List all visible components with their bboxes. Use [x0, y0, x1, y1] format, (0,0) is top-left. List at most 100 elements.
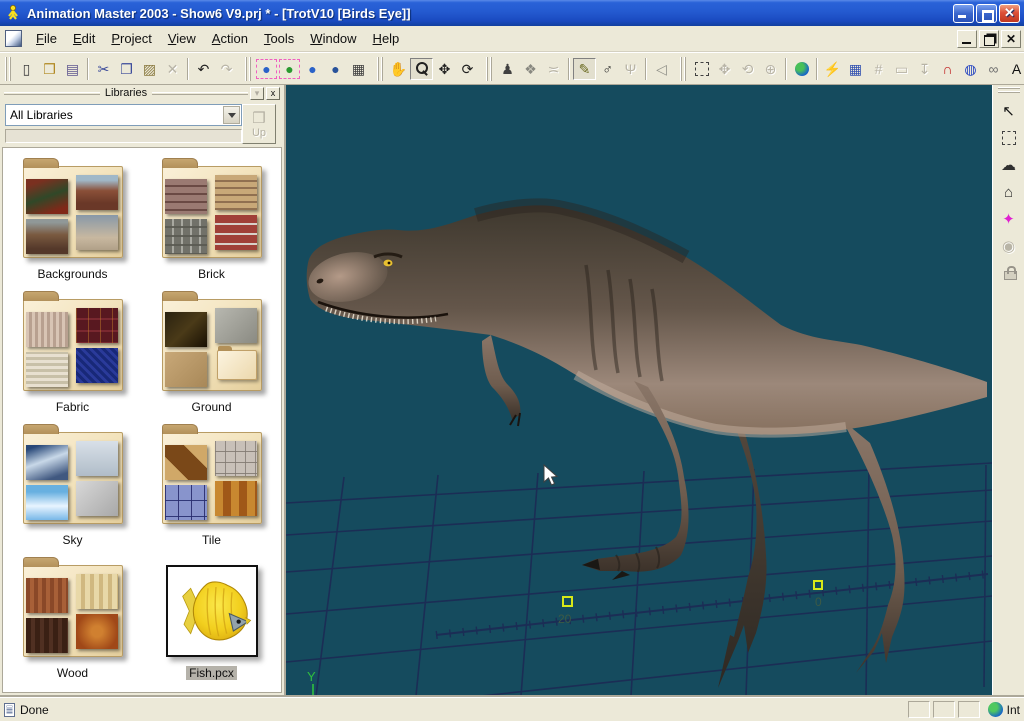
pan-hand-icon[interactable]: ✋ [387, 58, 410, 80]
texture-thumbnail [26, 219, 68, 254]
menu-window[interactable]: Window [302, 27, 364, 50]
undo-icon[interactable]: ↶ [192, 58, 215, 80]
library-item-brick[interactable]: Brick [142, 154, 281, 287]
t-rex-arm[interactable] [482, 335, 520, 419]
render-preview-icon[interactable]: ● [255, 58, 278, 80]
open-project-icon[interactable]: ❒ [38, 58, 61, 80]
new-document-icon[interactable]: ▯ [15, 58, 38, 80]
toolbar-gripper[interactable] [245, 57, 252, 81]
bound-manipulator-icon[interactable] [690, 58, 713, 80]
snap-grid-icon[interactable]: # [867, 58, 890, 80]
toolbar-gripper[interactable] [5, 57, 12, 81]
scale-manipulator-icon[interactable]: ⟲ [736, 58, 759, 80]
run-action-icon[interactable]: ♂ [596, 58, 619, 80]
ring-tool-icon[interactable]: ◉ [997, 235, 1020, 257]
render-movie-icon[interactable]: ● [301, 58, 324, 80]
copy-icon[interactable]: ❐ [115, 58, 138, 80]
pin-icon[interactable]: ↧ [913, 58, 936, 80]
menu-edit[interactable]: Edit [65, 27, 103, 50]
library-item-tile[interactable]: Tile [142, 420, 281, 553]
folder-icon[interactable] [23, 565, 123, 657]
menu-file[interactable]: File [28, 27, 65, 50]
library-item-label: Brick [195, 267, 228, 281]
document-icon[interactable] [5, 30, 22, 47]
libraries-panel-header[interactable]: Libraries ▾ x [0, 85, 284, 101]
turn-view-icon[interactable]: ⟳ [456, 58, 479, 80]
library-item-backgrounds[interactable]: Backgrounds [3, 154, 142, 287]
magnet-icon[interactable]: ∩ [936, 58, 959, 80]
toolbar-gripper[interactable] [486, 57, 493, 81]
menu-project[interactable]: Project [103, 27, 159, 50]
mirror-globe-icon[interactable]: ◍ [959, 58, 982, 80]
font-tool-icon[interactable]: A [1005, 58, 1024, 80]
key-icon[interactable]: ⚡ [821, 58, 844, 80]
restore-button[interactable] [976, 4, 997, 23]
model-mode-icon[interactable]: ♟ [496, 58, 519, 80]
menu-tools[interactable]: Tools [256, 27, 302, 50]
bone-mode-icon[interactable]: ≍ [542, 58, 565, 80]
t-rex-model[interactable] [304, 205, 987, 688]
world-wireframe-icon[interactable]: ⊕ [759, 58, 782, 80]
chevron-down-icon[interactable] [223, 106, 240, 124]
zoom-icon[interactable] [410, 58, 433, 80]
delete-icon[interactable]: ✕ [161, 58, 184, 80]
panel-close-button[interactable]: x [266, 87, 280, 100]
cut-icon[interactable]: ✂ [92, 58, 115, 80]
toolbar-gripper[interactable] [998, 87, 1020, 94]
folder-icon[interactable] [162, 432, 262, 524]
menu-action[interactable]: Action [204, 27, 256, 50]
library-items-grid: BackgroundsBrickFabricGroundSkyTileWood … [2, 147, 282, 693]
menu-help[interactable]: Help [365, 27, 408, 50]
lock-icon[interactable] [997, 262, 1020, 284]
dynamics-icon[interactable]: Ψ [619, 58, 642, 80]
toolbar-gripper[interactable] [377, 57, 384, 81]
zoom-region-icon[interactable]: ✥ [433, 58, 456, 80]
choreography-mode-icon[interactable]: ✎ [573, 58, 596, 80]
group-pick-icon[interactable]: ✦ [997, 208, 1020, 230]
link-icon[interactable]: ∞ [982, 58, 1005, 80]
quick-render-icon[interactable]: ● [278, 58, 301, 80]
lasso-select-icon[interactable]: ☁ [997, 154, 1020, 176]
image-thumbnail[interactable] [166, 565, 258, 657]
library-item-sky[interactable]: Sky [3, 420, 142, 553]
select-arrow-icon[interactable]: ↖ [997, 100, 1020, 122]
folder-icon[interactable] [162, 299, 262, 391]
birds-eye-viewport[interactable]: 20 0 Y [286, 85, 992, 696]
library-item-ground[interactable]: Ground [142, 287, 281, 420]
paste-icon[interactable]: ▨ [138, 58, 161, 80]
child-close-button[interactable] [1001, 30, 1021, 48]
panel-collapse-button[interactable]: ▾ [250, 87, 264, 100]
ruler-icon[interactable]: ▭ [890, 58, 913, 80]
earth-icon[interactable] [790, 58, 813, 80]
t-rex-far-leg[interactable] [718, 403, 767, 688]
folder-icon[interactable] [23, 432, 123, 524]
render-to-file-icon[interactable]: ● [324, 58, 347, 80]
folder-icon[interactable] [23, 166, 123, 258]
folder-icon[interactable] [23, 299, 123, 391]
library-item-wood[interactable]: Wood [3, 553, 142, 686]
close-button[interactable] [999, 4, 1020, 23]
filmstrip-icon[interactable]: ▦ [347, 58, 370, 80]
t-rex-trailing-leg[interactable] [842, 420, 905, 673]
translate-manipulator-icon[interactable]: ✥ [713, 58, 736, 80]
minimize-button[interactable] [953, 4, 974, 23]
save-all-icon[interactable]: ▤ [61, 58, 84, 80]
polygon-lasso-icon[interactable]: ⌂ [997, 181, 1020, 203]
menu-view[interactable]: View [160, 27, 204, 50]
toolbar-gripper[interactable] [680, 57, 687, 81]
texture-thumbnail [76, 574, 118, 609]
redo-icon[interactable]: ↷ [215, 58, 238, 80]
library-item-fish-pcx[interactable]: Fish.pcx [142, 553, 281, 686]
child-restore-button[interactable] [979, 30, 999, 48]
title-bar: Animation Master 2003 - Show6 V9.prj * -… [0, 0, 1024, 26]
library-filter-dropdown[interactable]: All Libraries [5, 104, 242, 126]
child-minimize-button[interactable] [957, 30, 977, 48]
folder-icon[interactable] [162, 166, 262, 258]
texture-thumbnail [76, 481, 118, 516]
timeline-panel-icon[interactable]: ▦ [844, 58, 867, 80]
library-item-fabric[interactable]: Fabric [3, 287, 142, 420]
muscle-mode-icon[interactable]: ◁ [650, 58, 673, 80]
library-up-button[interactable]: ❒ Up [242, 104, 276, 144]
point-mode-icon[interactable]: ❖ [519, 58, 542, 80]
marquee-select-icon[interactable] [997, 127, 1020, 149]
